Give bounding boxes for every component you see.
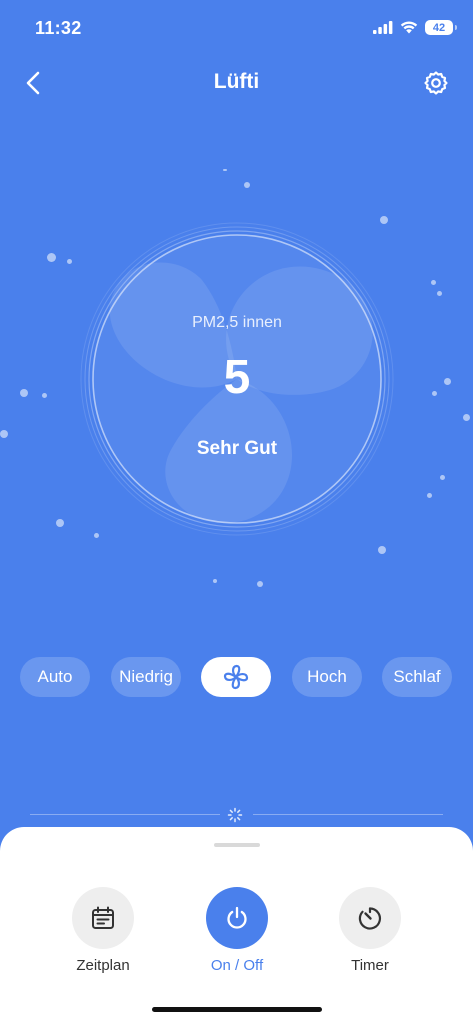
- schedule-button[interactable]: Zeitplan: [43, 887, 163, 974]
- particle: [444, 378, 451, 385]
- particle: [432, 391, 437, 396]
- divider: [30, 807, 443, 823]
- particle: [431, 280, 436, 285]
- particle: [56, 519, 64, 527]
- mode-fan-button[interactable]: [201, 657, 271, 697]
- particle: [463, 414, 470, 421]
- particle: [378, 546, 386, 554]
- calendar-icon: [92, 906, 114, 929]
- sheet-handle[interactable]: [214, 843, 260, 847]
- home-indicator: [152, 1007, 322, 1012]
- divider-line-left: [30, 814, 220, 815]
- timer-icon: [358, 907, 382, 930]
- particle: [427, 493, 432, 498]
- gauge-label: PM2,5 innen: [192, 314, 282, 331]
- bottom-sheet: Zeitplan On / Off Timer: [0, 827, 473, 1024]
- particle: [42, 393, 47, 398]
- timer-circle: [339, 887, 401, 949]
- particle: [20, 389, 28, 397]
- particle: [223, 169, 227, 171]
- particle: [440, 475, 445, 480]
- mode-niedrig-button[interactable]: Niedrig: [111, 657, 181, 697]
- timer-label: Timer: [351, 957, 389, 974]
- particle: [47, 253, 56, 262]
- particle: [437, 291, 442, 296]
- air-quality-status: Sehr Gut: [196, 438, 278, 459]
- mode-hoch-button[interactable]: Hoch: [292, 657, 362, 697]
- particle: [213, 579, 217, 583]
- particle: [67, 259, 72, 264]
- fan-icon: [223, 664, 249, 690]
- particle: [0, 430, 8, 438]
- air-quality-gauge: PM2,5 innen 5 Sehr Gut: [80, 222, 394, 536]
- schedule-circle: [72, 887, 134, 949]
- loading-spinner-icon: [227, 807, 243, 823]
- particle: [244, 182, 250, 188]
- power-icon: [227, 906, 247, 929]
- particle: [257, 581, 263, 587]
- power-button[interactable]: On / Off: [177, 887, 297, 974]
- divider-line-right: [253, 814, 443, 815]
- mode-schlaf-button[interactable]: Schlaf: [382, 657, 452, 697]
- power-circle: [206, 887, 268, 949]
- fan-mode-selector: Auto Niedrig Hoch Schlaf: [0, 657, 473, 697]
- timer-button[interactable]: Timer: [310, 887, 430, 974]
- mode-auto-button[interactable]: Auto: [20, 657, 90, 697]
- schedule-label: Zeitplan: [76, 957, 130, 974]
- power-label: On / Off: [210, 957, 264, 974]
- pm25-value: 5: [223, 351, 251, 404]
